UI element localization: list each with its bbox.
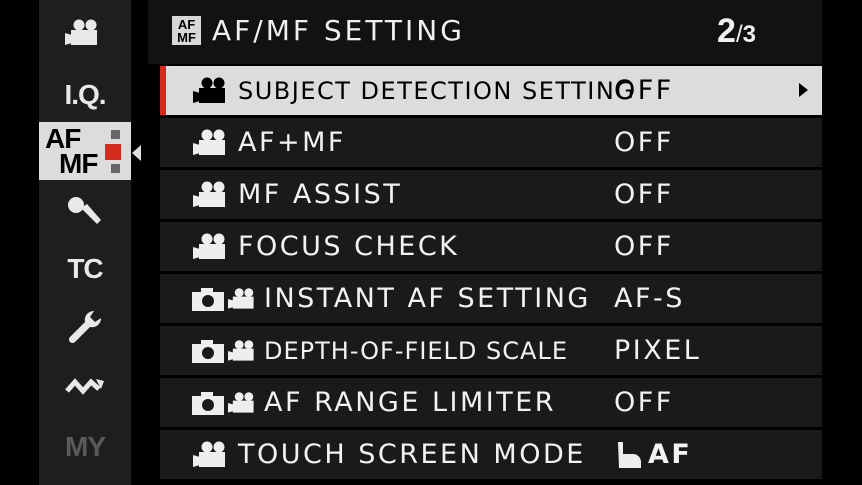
menu-row-value: OFF [614, 231, 674, 262]
sidebar-item-label: MY [65, 431, 106, 462]
afmf-icon: AF MF [172, 16, 201, 45]
menu-row-value: OFF [614, 127, 674, 158]
menu-row-value: AF [614, 439, 692, 470]
menu-row-label: DEPTH-OF-FIELD SCALE [264, 337, 568, 365]
camera-icon [192, 339, 224, 363]
menu-row-instant-af[interactable]: INSTANT AF SETTING AF-S [160, 274, 822, 323]
menu-row-focus-check[interactable]: FOCUS CHECK OFF [160, 222, 822, 271]
sidebar-item-label: TC [67, 253, 103, 284]
active-tab-pointer [132, 145, 141, 161]
touch-mode-value: AF [648, 439, 693, 470]
row-icons [192, 66, 234, 115]
movie-icon [192, 129, 234, 157]
chevron-right-icon [799, 83, 808, 97]
microphone-icon [65, 194, 105, 228]
menu-row-label: TOUCH SCREEN MODE [238, 439, 586, 470]
camera-icon [192, 391, 224, 415]
movie-icon [228, 391, 260, 415]
movie-icon [192, 441, 234, 469]
sidebar-item-tc[interactable]: TC [39, 240, 131, 298]
sidebar-item-label: I.Q. [64, 79, 106, 110]
page-separator: / [735, 21, 743, 48]
tab-position-indicator [105, 128, 123, 174]
sidebar-menu: I.Q. AF MF TC MY [39, 0, 131, 485]
menu-header: AF MF AF/MF SETTING 2/3 [148, 0, 822, 64]
page-indicator: 2/3 [717, 12, 756, 51]
sidebar-item-audio[interactable] [39, 182, 131, 240]
menu-row-value: OFF [614, 179, 674, 210]
page-current: 2 [717, 12, 736, 50]
row-icons [192, 430, 234, 479]
sidebar-item-connection[interactable] [39, 358, 131, 416]
movie-icon [228, 287, 260, 311]
menu-row-value: OFF [614, 75, 674, 106]
wrench-icon [66, 308, 104, 346]
menu-row-value: OFF [614, 387, 674, 418]
menu-row-mf-assist[interactable]: MF ASSIST OFF [160, 170, 822, 219]
menu-row-label: MF ASSIST [238, 179, 403, 210]
movie-icon [192, 233, 234, 261]
menu-row-label: AF RANGE LIMITER [264, 387, 557, 418]
menu-row-value: AF-S [614, 283, 685, 314]
afmf-icon-line1: AF [177, 16, 196, 32]
movie-icon [192, 77, 234, 105]
movie-icon [192, 181, 234, 209]
page-title: AF/MF SETTING [212, 14, 465, 47]
movie-icon [228, 339, 260, 363]
sidebar-item-movie[interactable] [39, 4, 131, 62]
row-icons [192, 170, 234, 219]
menu-row-label: AF+MF [238, 127, 346, 158]
sidebar-item-my-menu[interactable]: MY [39, 418, 131, 476]
menu-row-label: INSTANT AF SETTING [264, 283, 591, 314]
menu-row-subject-detection[interactable]: SUBJECT DETECTION SETTING OFF [160, 66, 822, 115]
row-icons [192, 118, 234, 167]
menu-row-depth-of-field[interactable]: DEPTH-OF-FIELD SCALE PIXEL [160, 326, 822, 375]
row-icons [192, 222, 234, 271]
menu-row-af-mf[interactable]: AF+MF OFF [160, 118, 822, 167]
connection-icon [65, 375, 105, 399]
menu-row-af-range-limiter[interactable]: AF RANGE LIMITER OFF [160, 378, 822, 427]
sidebar-item-label: AF MF [45, 125, 98, 179]
menu-row-value: PIXEL [614, 335, 702, 366]
camera-icon [192, 287, 224, 311]
menu-row-label: SUBJECT DETECTION SETTING [238, 77, 636, 105]
row-icons [192, 378, 260, 427]
afmf-icon-line2: MF [177, 29, 196, 45]
sidebar-item-setup[interactable] [39, 298, 131, 356]
row-icons [192, 326, 260, 375]
menu-row-touch-screen-mode[interactable]: TOUCH SCREEN MODE AF [160, 430, 822, 479]
afmf-line2: MF [59, 148, 98, 179]
page-total: 3 [742, 21, 756, 48]
selection-marker [160, 66, 166, 115]
menu-row-label: FOCUS CHECK [238, 231, 460, 262]
row-icons [192, 274, 260, 323]
sidebar-item-afmf[interactable]: AF MF [39, 122, 131, 180]
touch-hand-icon [614, 440, 644, 470]
sidebar-item-iq[interactable]: I.Q. [39, 66, 131, 124]
movie-icon [65, 19, 105, 47]
